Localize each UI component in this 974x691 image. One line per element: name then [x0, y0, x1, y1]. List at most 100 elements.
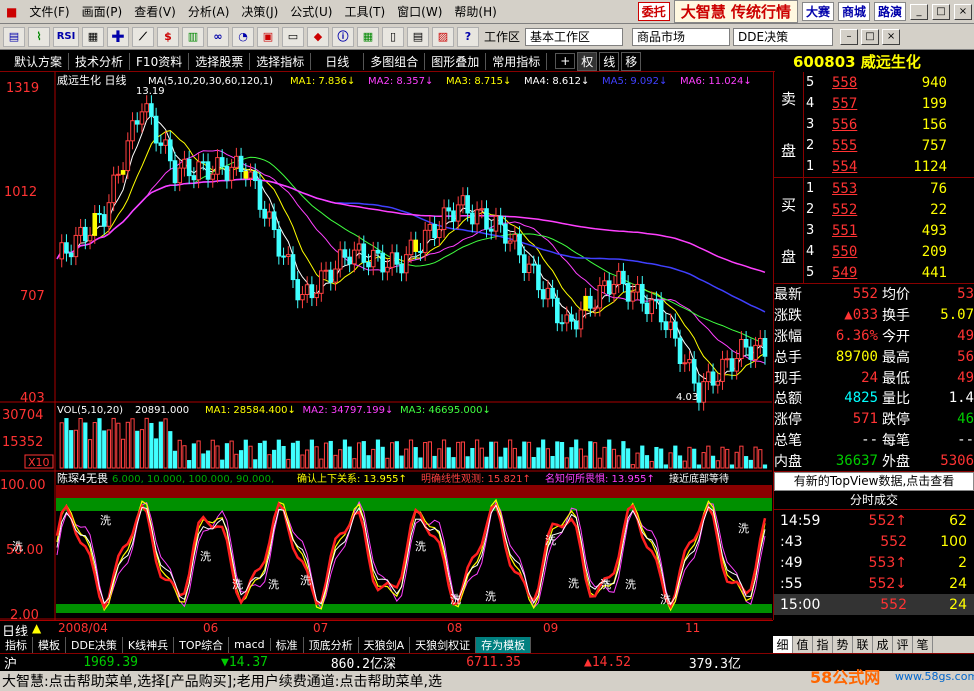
right-tab[interactable]: 势: [833, 636, 853, 653]
menu-view[interactable]: 画面(P): [76, 3, 129, 20]
workspace-select[interactable]: 基本工作区: [525, 27, 624, 46]
f10-button[interactable]: F10资料: [130, 52, 190, 70]
volume-bar: [286, 458, 291, 469]
bottom-tab[interactable]: 存为模板: [476, 636, 532, 653]
wash-marker: 洗: [625, 578, 636, 591]
bottom-tab[interactable]: macd: [229, 638, 271, 651]
bottom-tab[interactable]: 顶底分析: [304, 636, 359, 653]
candle-body: [101, 214, 107, 227]
buy-row[interactable]: 2 552 22: [804, 199, 947, 220]
bottom-tab[interactable]: 天狼剑A: [359, 636, 411, 653]
rsi-icon[interactable]: RSI: [53, 26, 79, 47]
buy-row[interactable]: 3 551 493: [804, 220, 947, 241]
brand-logo: 大智慧 传统行情: [673, 0, 798, 23]
menu-analysis[interactable]: 分析(A): [182, 3, 236, 20]
trade-row: 14:59 552↑ 62: [774, 510, 974, 531]
dde-select[interactable]: DDE决策: [733, 27, 834, 46]
chart-area[interactable]: 威远生化 日线 MA(5,10,20,30,60,120,1) MA1: 7.8…: [0, 72, 772, 620]
bottom-tab[interactable]: K线神兵: [123, 636, 175, 653]
period-flag-icon[interactable]: ▲: [32, 621, 41, 635]
right-tab[interactable]: 值: [793, 636, 813, 653]
panel-min-button[interactable]: –: [840, 28, 859, 45]
help-icon[interactable]: ?: [457, 26, 479, 47]
panel-max-button[interactable]: □: [861, 28, 880, 45]
menu-formula[interactable]: 公式(U): [284, 3, 338, 20]
menu-look[interactable]: 查看(V): [128, 3, 182, 20]
menu-window[interactable]: 窗口(W): [391, 3, 448, 20]
book-icon[interactable]: ▯: [382, 26, 404, 47]
compare-icon[interactable]: ▨: [432, 26, 454, 47]
roadshow-link[interactable]: 路演: [873, 2, 906, 21]
tech-analysis-button[interactable]: 技术分析: [69, 52, 131, 70]
select-stock-button[interactable]: 选择股票: [189, 52, 251, 70]
info-icon[interactable]: ⓘ: [332, 26, 354, 47]
buy-row[interactable]: 4 550 209: [804, 241, 947, 262]
right-tab[interactable]: 联: [853, 636, 873, 653]
candle-body: [739, 338, 744, 360]
menu-file[interactable]: 文件(F): [23, 3, 75, 20]
right-tab[interactable]: 评: [893, 636, 913, 653]
entrust-button[interactable]: 委托: [637, 2, 670, 21]
bottom-tab[interactable]: DDE决策: [66, 636, 123, 653]
topview-notice[interactable]: 有新的TopView数据,点击查看: [774, 472, 974, 492]
volume-bar: [512, 447, 517, 469]
market-select[interactable]: 商品市场: [632, 27, 731, 46]
right-tab[interactable]: 成: [873, 636, 893, 653]
contest-link[interactable]: 大赛: [801, 2, 834, 21]
common-indicator-button[interactable]: 常用指标: [486, 52, 548, 70]
binoculars-icon[interactable]: ∞: [207, 26, 229, 47]
bottom-tab[interactable]: TOP综合: [174, 636, 230, 653]
bars-icon[interactable]: ▥: [182, 26, 204, 47]
save-icon[interactable]: ▣: [257, 26, 279, 47]
overlay-button[interactable]: 图形叠加: [425, 52, 487, 70]
buy-row[interactable]: 5 549 441: [804, 262, 947, 283]
candle-body: [724, 358, 730, 361]
rights-button[interactable]: 权: [577, 51, 598, 71]
sell-row[interactable]: 4 557 199: [804, 93, 947, 114]
grid-icon[interactable]: ▦: [357, 26, 379, 47]
calc-icon[interactable]: ▦: [82, 26, 104, 47]
bottom-tab[interactable]: 模板: [33, 636, 66, 653]
close-button[interactable]: ×: [954, 3, 972, 20]
sell-row[interactable]: 3 556 156: [804, 114, 947, 135]
quote-label: 跌停: [882, 412, 910, 429]
menu-tools[interactable]: 工具(T): [338, 3, 391, 20]
line-button[interactable]: 线: [599, 51, 620, 71]
doc2-icon[interactable]: ▤: [407, 26, 429, 47]
volume-bar: [139, 429, 145, 469]
volume-bar: [234, 453, 239, 469]
minimize-button[interactable]: _: [910, 3, 928, 20]
sell-row[interactable]: 1 554 1124: [804, 156, 947, 177]
daily-button[interactable]: 日线: [311, 52, 365, 70]
app-icon[interactable]: ■: [0, 5, 23, 19]
menu-help[interactable]: 帮助(H): [448, 3, 502, 20]
right-tab[interactable]: 笔: [913, 636, 933, 653]
bottom-tab[interactable]: 标准: [271, 636, 304, 653]
right-tab[interactable]: 指: [813, 636, 833, 653]
panel-close-button[interactable]: ×: [882, 28, 901, 45]
open-icon[interactable]: ▤: [3, 26, 25, 47]
multi-chart-button[interactable]: 多图组合: [364, 52, 426, 70]
gauge-icon[interactable]: ◔: [232, 26, 254, 47]
mall-link[interactable]: 商城: [837, 2, 870, 21]
maximize-button[interactable]: □: [932, 3, 950, 20]
chart-icon[interactable]: ⌇: [28, 26, 50, 47]
add-icon[interactable]: +: [555, 53, 576, 69]
move-button[interactable]: 移: [621, 51, 642, 71]
sell-row[interactable]: 2 555 757: [804, 135, 947, 156]
plus-icon[interactable]: ✚: [107, 26, 129, 47]
order-volume: 199: [921, 95, 947, 112]
buy-row[interactable]: 1 553 76: [804, 178, 947, 199]
bottom-tab[interactable]: 天狼剑权证: [410, 636, 477, 653]
dollar-icon[interactable]: $: [157, 26, 179, 47]
doc-icon[interactable]: ▭: [282, 26, 304, 47]
ruler-icon[interactable]: ⟋: [132, 26, 154, 47]
menu-decision[interactable]: 决策(J): [235, 3, 284, 20]
select-indicator-button[interactable]: 选择指标: [250, 52, 312, 70]
diamond-icon[interactable]: ◆: [307, 26, 329, 47]
candle-body: [536, 264, 541, 291]
right-tab[interactable]: 细: [773, 636, 793, 653]
sell-row[interactable]: 5 558 940: [804, 72, 947, 93]
bottom-tab[interactable]: 指标: [0, 636, 33, 653]
default-scheme-button[interactable]: 默认方案: [0, 52, 70, 70]
